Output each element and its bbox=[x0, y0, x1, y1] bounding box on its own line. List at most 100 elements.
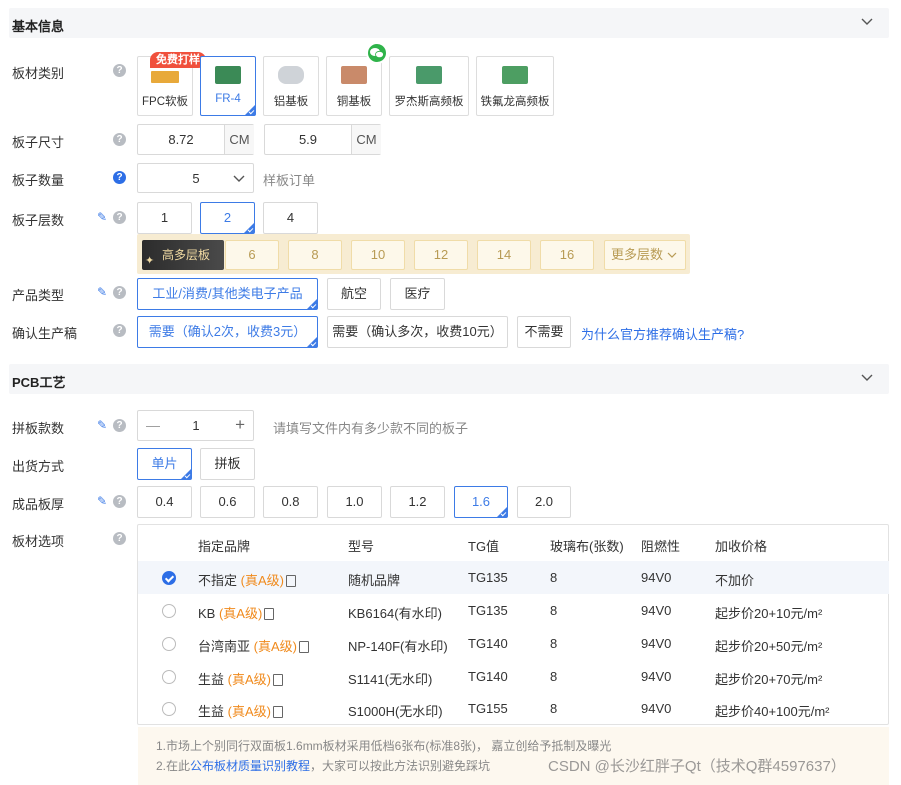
help-icon[interactable]: ? bbox=[113, 133, 126, 146]
edit-icon[interactable]: ✎ bbox=[97, 419, 109, 431]
more-layers-dropdown[interactable]: 更多层数 bbox=[604, 240, 686, 270]
model: S1000H(无水印) bbox=[348, 704, 443, 719]
table-row[interactable]: 生益 (真A级) S1000H(无水印) TG155 8 94V0 起步价40+… bbox=[138, 692, 889, 725]
product-type-option-selected[interactable]: 工业/消费/其他类电子产品 bbox=[137, 278, 318, 310]
high-layer-option[interactable]: 6 bbox=[225, 240, 279, 270]
width-unit: CM bbox=[224, 125, 254, 154]
confirm-option-selected[interactable]: 需要（确认2次，收费3元） bbox=[137, 316, 318, 348]
material-name: 罗杰斯高频板 bbox=[394, 96, 464, 108]
basic-info-header[interactable]: 基本信息 bbox=[9, 8, 889, 38]
help-icon[interactable]: ? bbox=[113, 211, 126, 224]
pdf-icon[interactable] bbox=[272, 674, 283, 686]
edit-icon[interactable]: ✎ bbox=[97, 211, 109, 223]
brand: 不指定 bbox=[198, 573, 238, 588]
layer-option-selected[interactable]: 2 bbox=[200, 202, 255, 234]
product-type-option[interactable]: 航空 bbox=[327, 278, 381, 310]
model: S1141(无水印) bbox=[348, 672, 433, 687]
board-radio[interactable] bbox=[162, 637, 176, 651]
tg: TG140 bbox=[468, 636, 508, 651]
tg: TG135 bbox=[468, 603, 508, 618]
quantity-select[interactable]: 5 bbox=[137, 163, 254, 193]
table-row[interactable]: 生益 (真A级) S1141(无水印) TG140 8 94V0 起步价20+7… bbox=[138, 660, 889, 693]
glass: 8 bbox=[550, 701, 558, 716]
help-icon[interactable]: ? bbox=[113, 495, 126, 508]
price: 起步价40+100元/m² bbox=[715, 704, 830, 719]
table-row[interactable]: KB (真A级) KB6164(有水印) TG135 8 94V0 起步价20+… bbox=[138, 594, 889, 627]
product-type-option[interactable]: 医疗 bbox=[390, 278, 445, 310]
help-icon[interactable]: ? bbox=[113, 419, 126, 432]
material-card-fr4[interactable]: FR-4 bbox=[200, 56, 256, 116]
tg: TG135 bbox=[468, 570, 508, 585]
pdf-icon[interactable] bbox=[298, 641, 309, 653]
height-input[interactable]: 5.9 bbox=[265, 125, 351, 154]
high-layer-option[interactable]: 12 bbox=[414, 240, 468, 270]
pdf-icon[interactable] bbox=[285, 575, 296, 587]
high-layer-option[interactable]: 16 bbox=[540, 240, 594, 270]
pdf-icon[interactable] bbox=[264, 608, 275, 620]
pcb-process-header[interactable]: PCB工艺 bbox=[9, 364, 889, 394]
chevron-down-icon[interactable] bbox=[861, 15, 873, 27]
thickness-option[interactable]: 1.0 bbox=[327, 486, 382, 518]
table-row[interactable]: 台湾南亚 (真A级) NP-140F(有水印) TG140 8 94V0 起步价… bbox=[138, 627, 889, 660]
height-field[interactable]: 5.9 CM bbox=[264, 124, 381, 155]
board-radio[interactable] bbox=[162, 670, 176, 684]
thickness-option[interactable]: 0.4 bbox=[137, 486, 192, 518]
rogers-board-icon bbox=[416, 66, 442, 84]
plus-button[interactable]: + bbox=[235, 415, 245, 435]
thickness-option[interactable]: 2.0 bbox=[517, 486, 571, 518]
thickness-option[interactable]: 0.8 bbox=[263, 486, 318, 518]
high-layer-option[interactable]: 14 bbox=[477, 240, 531, 270]
help-icon[interactable]: ? bbox=[113, 286, 126, 299]
help-icon[interactable]: ? bbox=[113, 171, 126, 184]
help-icon[interactable]: ? bbox=[113, 64, 126, 77]
width-field[interactable]: 8.72 CM bbox=[137, 124, 254, 155]
flame: 94V0 bbox=[641, 669, 672, 684]
table-header: 指定品牌 型号 TG值 玻璃布(张数) 阻燃性 加收价格 bbox=[138, 527, 889, 560]
layer-option[interactable]: 4 bbox=[263, 202, 318, 234]
ship-option-selected[interactable]: 单片 bbox=[137, 448, 192, 480]
board-radio-selected[interactable] bbox=[162, 571, 176, 585]
material-card-copper[interactable]: 铜基板 bbox=[326, 56, 382, 116]
price: 起步价20+10元/m² bbox=[715, 606, 823, 621]
material-name: 铝基板 bbox=[273, 96, 309, 108]
free-sample-badge: 免费打样 bbox=[150, 52, 206, 68]
thickness-option[interactable]: 0.6 bbox=[200, 486, 255, 518]
board-radio[interactable] bbox=[162, 604, 176, 618]
wechat-icon[interactable] bbox=[366, 42, 388, 64]
thickness-label: 成品板厚 bbox=[12, 497, 65, 512]
confirm-option[interactable]: 需要（确认多次，收费10元） bbox=[327, 316, 508, 348]
sparkle-icon: ✦ bbox=[145, 255, 155, 267]
brand: KB bbox=[198, 606, 216, 621]
pdf-icon[interactable] bbox=[272, 706, 283, 718]
pcb-process-title: PCB工艺 bbox=[12, 375, 66, 390]
grade: (真A级) bbox=[227, 672, 271, 687]
panel-count-stepper[interactable]: — 1 + bbox=[137, 410, 254, 441]
confirm-option[interactable]: 不需要 bbox=[517, 316, 571, 348]
high-layer-option[interactable]: 8 bbox=[288, 240, 342, 270]
thickness-option-selected[interactable]: 1.6 bbox=[454, 486, 508, 518]
note-1: 1.市场上个别同行双面板1.6mm板材采用低档6张布(标准8张)， 嘉立创给予抵… bbox=[156, 739, 612, 753]
width-input[interactable]: 8.72 bbox=[138, 125, 224, 154]
edit-icon[interactable]: ✎ bbox=[97, 495, 109, 507]
header-price: 加收价格 bbox=[715, 539, 768, 554]
layer-option[interactable]: 1 bbox=[137, 202, 192, 234]
edit-icon[interactable]: ✎ bbox=[97, 286, 109, 298]
thickness-option[interactable]: 1.2 bbox=[390, 486, 445, 518]
material-card-rogers[interactable]: 罗杰斯高频板 bbox=[389, 56, 469, 116]
grade: (真A级) bbox=[227, 704, 271, 719]
help-icon[interactable]: ? bbox=[113, 532, 126, 545]
table-row[interactable]: 不指定 (真A级) 随机品牌 TG135 8 94V0 不加价 bbox=[138, 561, 889, 594]
board-radio[interactable] bbox=[162, 702, 176, 716]
material-card-teflon[interactable]: 铁氟龙高频板 bbox=[476, 56, 554, 116]
help-icon[interactable]: ? bbox=[113, 324, 126, 337]
ship-option[interactable]: 拼板 bbox=[200, 448, 255, 480]
high-layer-option[interactable]: 10 bbox=[351, 240, 405, 270]
confirm-why-link[interactable]: 为什么官方推荐确认生产稿? bbox=[581, 324, 744, 343]
material-card-aluminum[interactable]: 铝基板 bbox=[263, 56, 319, 116]
material-label: 板材类别 bbox=[12, 66, 65, 81]
quality-guide-link[interactable]: 公布板材质量识别教程 bbox=[190, 759, 310, 773]
chevron-down-icon[interactable] bbox=[861, 371, 873, 383]
glass: 8 bbox=[550, 636, 558, 651]
board-options-label: 板材选项 bbox=[12, 534, 65, 549]
material-name: 铁氟龙高频板 bbox=[480, 96, 550, 108]
